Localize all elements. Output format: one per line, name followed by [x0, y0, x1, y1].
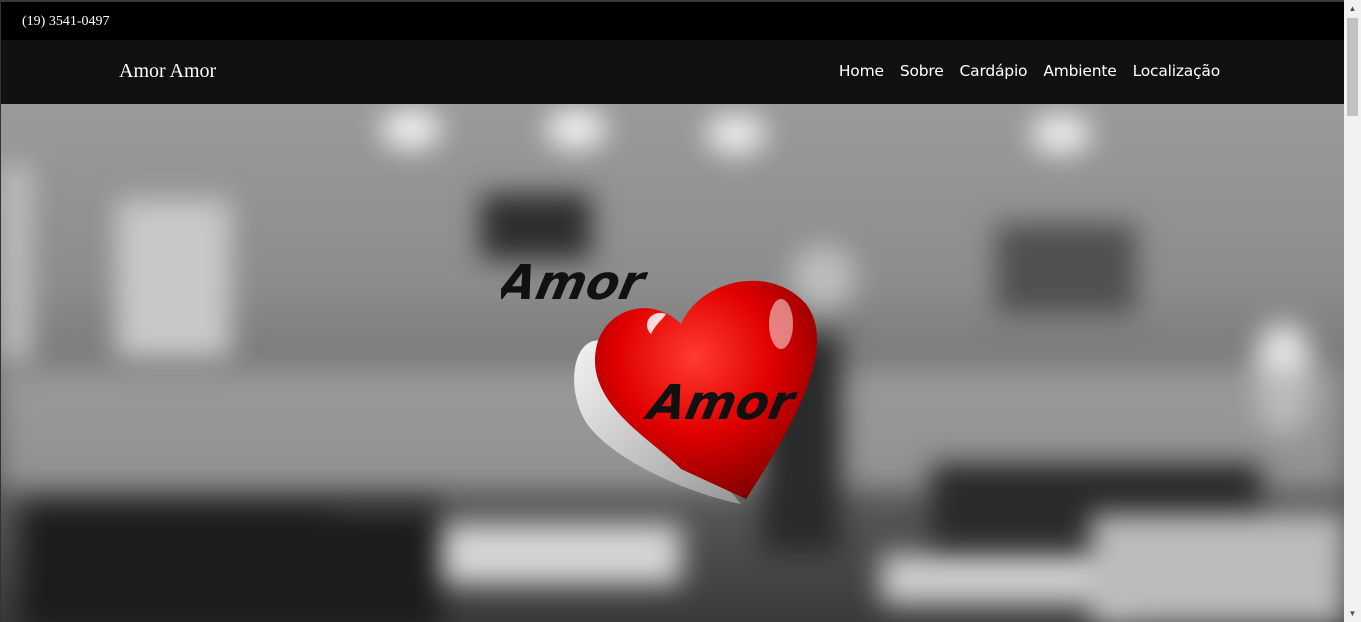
triangle-down-icon[interactable]: ▼ [1344, 605, 1361, 622]
nav-sobre[interactable]: Sobre [900, 62, 944, 80]
ceiling-light [546, 109, 606, 149]
wall-frame [996, 224, 1136, 314]
railing [1091, 514, 1344, 622]
scrollbar-thumb[interactable] [1347, 18, 1358, 116]
phone-number: (19) 3541-0497 [22, 14, 110, 29]
logo-text-bottom: Amor [639, 375, 802, 430]
amor-amor-logo: Amor Amor [501, 255, 818, 504]
nav-ambiente[interactable]: Ambiente [1043, 62, 1116, 80]
main-navbar: Amor Amor Home Sobre Cardápio Ambiente L… [0, 40, 1344, 104]
chairs [21, 504, 441, 622]
logo-text-top: Amor [501, 255, 652, 310]
nav-home[interactable]: Home [839, 62, 884, 80]
ceiling-light [381, 109, 441, 149]
nav-links: Home Sobre Cardápio Ambiente Localização [839, 62, 1220, 80]
nav-localizacao[interactable]: Localização [1133, 62, 1221, 80]
wall-panel [1, 164, 31, 364]
triangle-up-icon[interactable]: ▲ [1344, 0, 1361, 17]
nav-cardapio[interactable]: Cardápio [960, 62, 1028, 80]
top-contact-bar: (19) 3541-0497 [0, 0, 1344, 40]
wall-panel [116, 199, 231, 359]
hero-background: Amor Amor [0, 104, 1344, 622]
heart-highlight [769, 299, 793, 349]
page-scrollbar[interactable]: ▲ ▼ [1344, 0, 1361, 622]
wall-tv [481, 194, 591, 259]
brand-link[interactable]: Amor Amor [119, 60, 216, 83]
ceiling-light [706, 114, 766, 154]
ceiling-light [1031, 114, 1091, 154]
